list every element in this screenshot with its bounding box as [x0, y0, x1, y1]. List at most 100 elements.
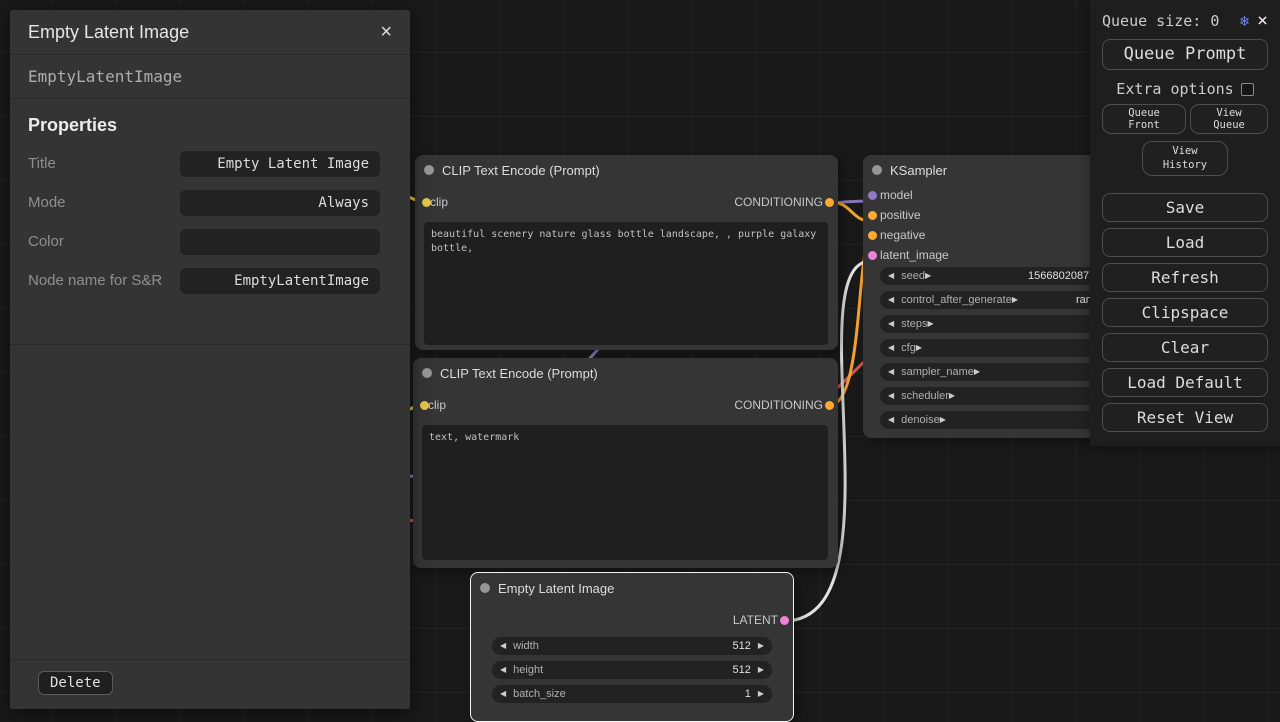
node-header[interactable]: CLIP Text Encode (Prompt): [415, 155, 838, 185]
collapse-dot-icon[interactable]: [480, 583, 490, 593]
node-empty-latent-image[interactable]: Empty Latent Image LATENT ◀ width 512 ▶ …: [470, 572, 794, 722]
increment-icon[interactable]: ▶: [949, 392, 955, 400]
increment-icon[interactable]: ▶: [916, 344, 922, 352]
slot-row: positive: [863, 205, 1090, 225]
conditioning-output-slot[interactable]: [825, 198, 834, 207]
denoise-widget[interactable]: ◀ denoise ▶: [880, 411, 1090, 429]
widget-label: steps: [901, 318, 927, 330]
delete-button[interactable]: Delete: [38, 671, 113, 695]
conditioning-output-label: CONDITIONING: [734, 195, 823, 209]
model-input-label: model: [880, 188, 913, 202]
increment-icon[interactable]: ▶: [927, 320, 933, 328]
clip-input-slot[interactable]: [420, 401, 429, 410]
positive-input-slot[interactable]: [868, 211, 877, 220]
node-title: Empty Latent Image: [498, 581, 614, 596]
decrement-icon[interactable]: ◀: [500, 666, 506, 674]
increment-icon[interactable]: ▶: [1012, 296, 1018, 304]
node-header[interactable]: Empty Latent Image: [471, 573, 793, 603]
steps-widget[interactable]: ◀ steps ▶: [880, 315, 1090, 333]
properties-heading: Properties: [28, 115, 392, 136]
decrement-icon[interactable]: ◀: [888, 416, 894, 424]
view-queue-button[interactable]: View Queue: [1190, 104, 1268, 134]
negative-input-label: negative: [880, 228, 925, 242]
slot-row: LATENT: [471, 607, 793, 633]
decrement-icon[interactable]: ◀: [888, 368, 894, 376]
mode-field-input[interactable]: Always: [180, 190, 380, 216]
node-header[interactable]: KSampler: [863, 155, 1090, 185]
dialog-footer: Delete: [10, 659, 410, 709]
extra-options-checkbox[interactable]: [1241, 83, 1254, 96]
decrement-icon[interactable]: ◀: [888, 344, 894, 352]
seed-widget[interactable]: ◀ seed 1566802087 ▶: [880, 267, 1090, 285]
increment-icon[interactable]: ▶: [940, 416, 946, 424]
increment-icon[interactable]: ▶: [925, 272, 931, 280]
slot-row: clip CONDITIONING: [415, 189, 838, 215]
settings-icon[interactable]: ❄: [1240, 12, 1249, 30]
slot-row: model: [863, 185, 1090, 205]
collapse-dot-icon[interactable]: [872, 165, 882, 175]
height-widget[interactable]: ◀ height 512 ▶: [492, 661, 772, 679]
field-row-title: Title Empty Latent Image: [28, 151, 392, 177]
widget-label: cfg: [901, 342, 916, 354]
increment-icon[interactable]: ▶: [758, 690, 764, 698]
queue-prompt-button[interactable]: Queue Prompt: [1102, 39, 1268, 70]
batch-size-widget[interactable]: ◀ batch_size 1 ▶: [492, 685, 772, 703]
reset-view-button[interactable]: Reset View: [1102, 403, 1268, 432]
extra-options-row: Extra options: [1102, 80, 1268, 98]
view-history-button[interactable]: View History: [1142, 141, 1228, 176]
color-field-input[interactable]: [180, 229, 380, 255]
slot-row: clip CONDITIONING: [413, 392, 838, 418]
increment-icon[interactable]: ▶: [758, 642, 764, 650]
node-header[interactable]: CLIP Text Encode (Prompt): [413, 358, 838, 388]
widget-label: batch_size: [513, 688, 566, 700]
model-input-slot[interactable]: [868, 191, 877, 200]
field-row-node-name: Node name for S&R EmptyLatentImage: [28, 268, 392, 294]
latent-output-slot[interactable]: [780, 616, 789, 625]
close-icon[interactable]: ×: [1257, 10, 1268, 31]
decrement-icon[interactable]: ◀: [888, 392, 894, 400]
decrement-icon[interactable]: ◀: [500, 690, 506, 698]
save-button[interactable]: Save: [1102, 193, 1268, 222]
positive-input-label: positive: [880, 208, 921, 222]
collapse-dot-icon[interactable]: [422, 368, 432, 378]
scheduler-widget[interactable]: ◀ scheduler ▶: [880, 387, 1090, 405]
node-title: KSampler: [890, 163, 947, 178]
color-field-label: Color: [28, 232, 178, 252]
width-widget[interactable]: ◀ width 512 ▶: [492, 637, 772, 655]
node-clip-text-encode-positive[interactable]: CLIP Text Encode (Prompt) clip CONDITION…: [415, 155, 838, 350]
decrement-icon[interactable]: ◀: [888, 272, 894, 280]
clipspace-button[interactable]: Clipspace: [1102, 298, 1268, 327]
slot-row: latent_image: [863, 245, 1090, 265]
slot-row: negative: [863, 225, 1090, 245]
decrement-icon[interactable]: ◀: [888, 296, 894, 304]
increment-icon[interactable]: ▶: [758, 666, 764, 674]
node-ksampler[interactable]: KSampler model positive negative latent_…: [863, 155, 1090, 438]
close-icon[interactable]: ×: [376, 21, 396, 44]
increment-icon[interactable]: ▶: [974, 368, 980, 376]
collapse-dot-icon[interactable]: [424, 165, 434, 175]
latent-output-label: LATENT: [733, 613, 778, 627]
clip-input-slot[interactable]: [422, 198, 431, 207]
widget-value: 512: [732, 664, 750, 676]
refresh-button[interactable]: Refresh: [1102, 263, 1268, 292]
queue-front-button[interactable]: Queue Front: [1102, 104, 1186, 134]
control-after-generate-widget[interactable]: ◀ control_after_generate ran ▶: [880, 291, 1090, 309]
load-button[interactable]: Load: [1102, 228, 1268, 257]
cfg-widget[interactable]: ◀ cfg ▶: [880, 339, 1090, 357]
latent-image-input-label: latent_image: [880, 248, 949, 262]
latent-image-input-slot[interactable]: [868, 251, 877, 260]
node-name-field-label: Node name for S&R: [28, 271, 178, 291]
title-field-input[interactable]: Empty Latent Image: [180, 151, 380, 177]
decrement-icon[interactable]: ◀: [500, 642, 506, 650]
node-clip-text-encode-negative[interactable]: CLIP Text Encode (Prompt) clip CONDITION…: [413, 358, 838, 568]
clip-input-label: clip: [428, 398, 446, 412]
prompt-textarea[interactable]: beautiful scenery nature glass bottle la…: [424, 222, 828, 345]
load-default-button[interactable]: Load Default: [1102, 368, 1268, 397]
prompt-textarea[interactable]: text, watermark: [422, 425, 828, 560]
decrement-icon[interactable]: ◀: [888, 320, 894, 328]
clear-button[interactable]: Clear: [1102, 333, 1268, 362]
node-name-field-input[interactable]: EmptyLatentImage: [180, 268, 380, 294]
conditioning-output-slot[interactable]: [825, 401, 834, 410]
sampler-name-widget[interactable]: ◀ sampler_name ▶: [880, 363, 1090, 381]
negative-input-slot[interactable]: [868, 231, 877, 240]
